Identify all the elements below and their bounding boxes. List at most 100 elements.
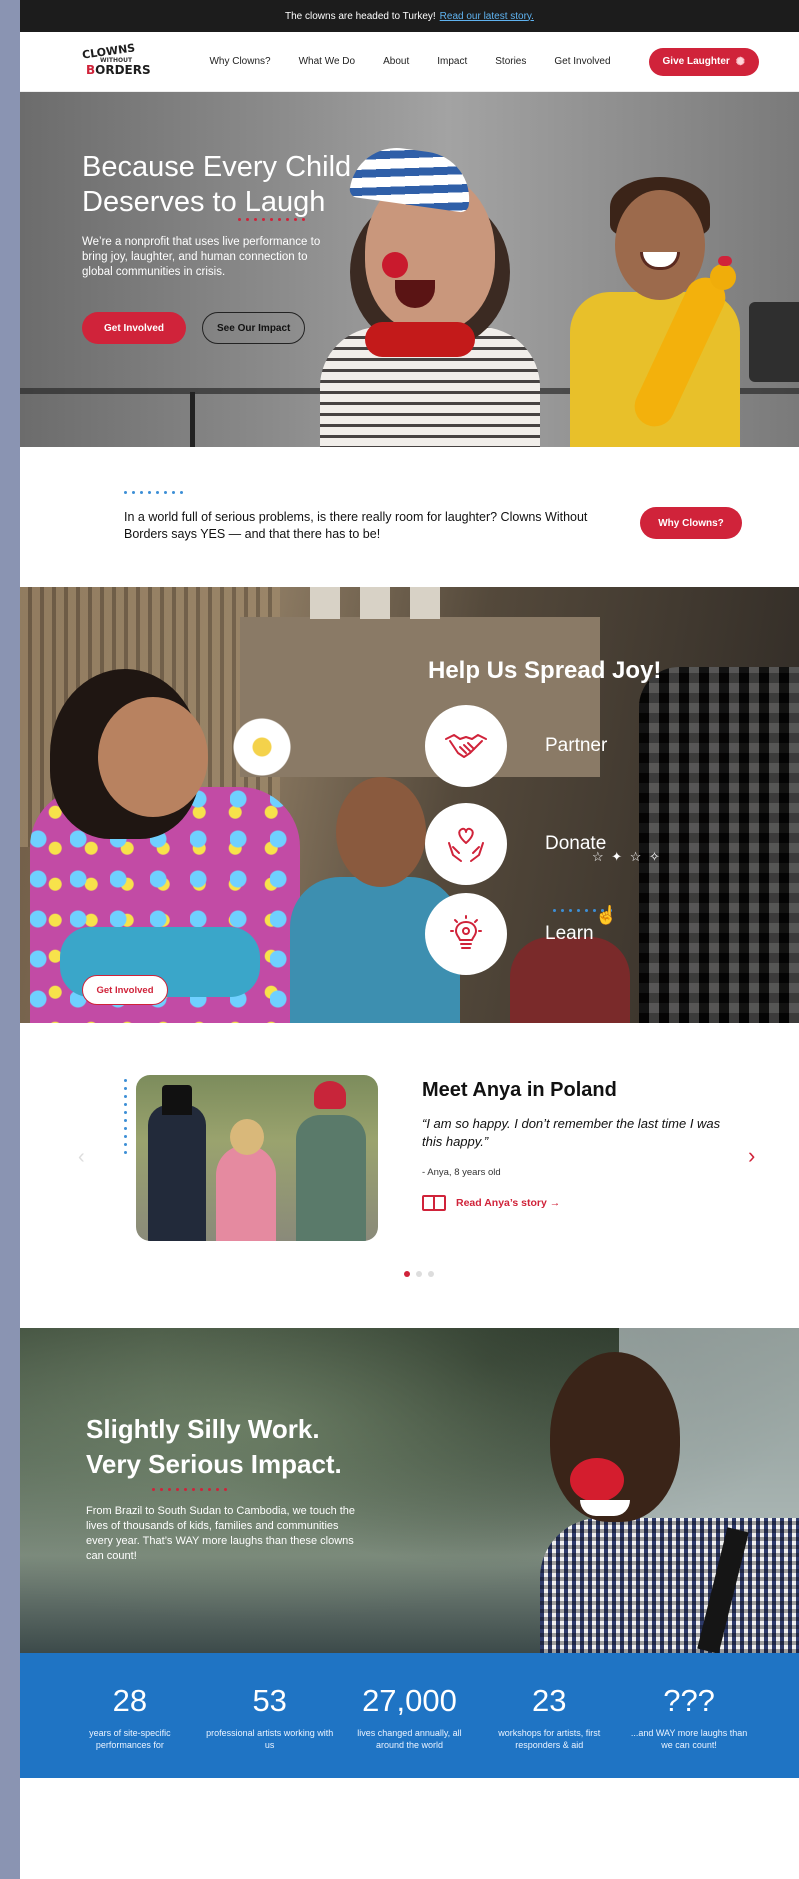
intro-section: In a world full of serious problems, is …: [20, 447, 799, 587]
photo-girl: [216, 1145, 276, 1241]
spread-joy-title: Help Us Spread Joy!: [428, 657, 662, 684]
nav-about[interactable]: About: [383, 56, 409, 67]
story-title: Meet Anya in Poland: [422, 1079, 617, 1101]
story-section: ‹ Meet Anya in Poland “I am so happy. I …: [20, 1023, 799, 1328]
photo-clown-banjo: [148, 1105, 206, 1241]
hero-title: Because Every Child Deserves to Laugh: [82, 150, 382, 220]
photo-clown-drum: [296, 1115, 366, 1241]
stats-band: 28 years of site-specific performances f…: [20, 1653, 799, 1778]
clown-nose: [382, 252, 408, 278]
stat-number: 27,000: [362, 1683, 457, 1718]
hero-title-line1: Because Every Child: [82, 151, 352, 183]
site-header: CLOWNS WITHOUT BORDERS Why Clowns? What …: [20, 32, 799, 92]
read-story-label: Read Anya’s story →: [456, 1197, 561, 1209]
read-story-link[interactable]: Read Anya’s story →: [422, 1195, 560, 1211]
impact-dot-underline: [152, 1488, 227, 1491]
carousel-next-button[interactable]: ›: [748, 1143, 755, 1169]
sparkle-stars-icon: ☆ ✦ ☆ ✧: [592, 849, 662, 864]
announcement-text: The clowns are headed to Turkey!: [285, 10, 436, 22]
pager-dot[interactable]: [428, 1271, 434, 1277]
why-clowns-button[interactable]: Why Clowns?: [640, 507, 742, 539]
page: The clowns are headed to Turkey! Read ou…: [20, 0, 799, 1879]
spread-joy-section: Help Us Spread Joy! Partner Donate Learn…: [20, 587, 799, 1023]
hero-speaker: [749, 302, 799, 382]
rubber-chicken-head: [710, 264, 736, 290]
see-our-impact-button[interactable]: See Our Impact: [202, 312, 306, 344]
logo-line3: BORDERS: [86, 62, 151, 77]
stat-label: lives changed annually, all around the w…: [357, 1728, 462, 1750]
photo-girl-head: [230, 1119, 264, 1155]
stat-number: 28: [112, 1683, 148, 1718]
stat-label: professional artists working with us: [206, 1728, 334, 1750]
stat-years: 28 years of site-specific performances f…: [65, 1683, 195, 1778]
stat-label: workshops for artists, first responders …: [498, 1728, 601, 1750]
photo-clown-red-hat: [314, 1081, 346, 1109]
stat-workshops: 23 workshops for artists, first responde…: [484, 1683, 614, 1778]
nav-impact[interactable]: Impact: [437, 56, 467, 67]
lightbulb-icon: [425, 893, 507, 975]
rubber-chicken-comb: [718, 256, 732, 266]
learn-cta[interactable]: Learn: [425, 893, 594, 975]
nav-what-we-do[interactable]: What We Do: [299, 56, 356, 67]
daisy-flower: [232, 717, 292, 777]
handshake-icon: [425, 705, 507, 787]
intro-text: In a world full of serious problems, is …: [124, 510, 588, 541]
bg-plaid-overlay: [639, 667, 799, 1023]
hero-section: Because Every Child Deserves to Laugh We…: [20, 92, 799, 447]
joy-get-involved-button[interactable]: Get Involved: [82, 975, 168, 1005]
impact-title-line1: Slightly Silly Work.: [86, 1414, 320, 1444]
partner-label: Partner: [545, 735, 608, 756]
hero-table-leg: [190, 392, 195, 447]
donate-cta[interactable]: Donate: [425, 803, 606, 885]
logo[interactable]: CLOWNS WITHOUT BORDERS: [80, 41, 150, 82]
impact-section: Slightly Silly Work. Very Serious Impact…: [20, 1328, 799, 1653]
announcement-link[interactable]: Read our latest story.: [440, 11, 534, 22]
get-involved-button[interactable]: Get Involved: [82, 312, 187, 344]
pager-dot[interactable]: [416, 1271, 422, 1277]
impact-title: Slightly Silly Work. Very Serious Impact…: [86, 1412, 342, 1482]
heart-hands-icon: [425, 803, 507, 885]
stat-label: years of site-specific performances for: [89, 1728, 171, 1750]
story-author: - Anya, 8 years old: [422, 1167, 501, 1178]
story-photo: [136, 1075, 378, 1241]
partner-cta[interactable]: Partner: [425, 705, 607, 787]
teen-face: [550, 1352, 680, 1522]
nav-why-clowns[interactable]: Why Clowns?: [209, 56, 270, 67]
stat-artists: 53 professional artists working with us: [205, 1683, 335, 1778]
teen-clown-nose: [570, 1458, 624, 1502]
main-nav: Why Clowns? What We Do About Impact Stor…: [209, 47, 759, 76]
carousel-prev-button[interactable]: ‹: [78, 1146, 85, 1169]
stat-laughs: ??? ...and WAY more laughs than we can c…: [624, 1683, 754, 1778]
story-dots: [124, 1079, 127, 1154]
intro-dots: [124, 491, 183, 494]
give-laughter-label: Give Laughter: [662, 56, 730, 67]
bg-jars: [310, 587, 460, 619]
girl-face: [98, 697, 208, 817]
logo-letters: RDERS: [105, 62, 151, 77]
announcement-bar: The clowns are headed to Turkey! Read ou…: [20, 0, 799, 32]
give-laughter-button[interactable]: Give Laughter ✺: [648, 47, 759, 76]
impact-text: From Brazil to South Sudan to Cambodia, …: [86, 1505, 356, 1562]
stat-label: ...and WAY more laughs than we can count…: [630, 1728, 748, 1750]
teen-shirt: [540, 1518, 799, 1653]
logo-letter-b: B: [86, 62, 96, 77]
hero-title-line2: Deserves to Laugh: [82, 186, 326, 218]
child-face: [336, 777, 426, 887]
photo-clown-hat: [162, 1085, 192, 1115]
carousel-pager: [404, 1271, 434, 1277]
pager-dot-active[interactable]: [404, 1271, 410, 1277]
nav-stories[interactable]: Stories: [495, 56, 526, 67]
stat-number: ???: [663, 1683, 715, 1718]
hero-buttons: Get Involved See Our Impact: [82, 312, 382, 344]
hand-cursor-icon: ☝: [595, 905, 618, 925]
sparkle-icon: ✺: [735, 56, 745, 68]
stat-number: 53: [252, 1683, 287, 1718]
nav-get-involved[interactable]: Get Involved: [554, 56, 610, 67]
hero-subtitle: We’re a nonprofit that uses live perform…: [82, 236, 321, 278]
impact-title-line2: Very Serious Impact.: [86, 1449, 342, 1479]
learn-label: Learn: [545, 923, 594, 944]
hero-content: Because Every Child Deserves to Laugh We…: [82, 150, 382, 344]
book-icon: [422, 1195, 446, 1211]
stat-lives: 27,000 lives changed annually, all aroun…: [344, 1683, 474, 1778]
story-quote: “I am so happy. I don’t remember the las…: [422, 1116, 721, 1149]
